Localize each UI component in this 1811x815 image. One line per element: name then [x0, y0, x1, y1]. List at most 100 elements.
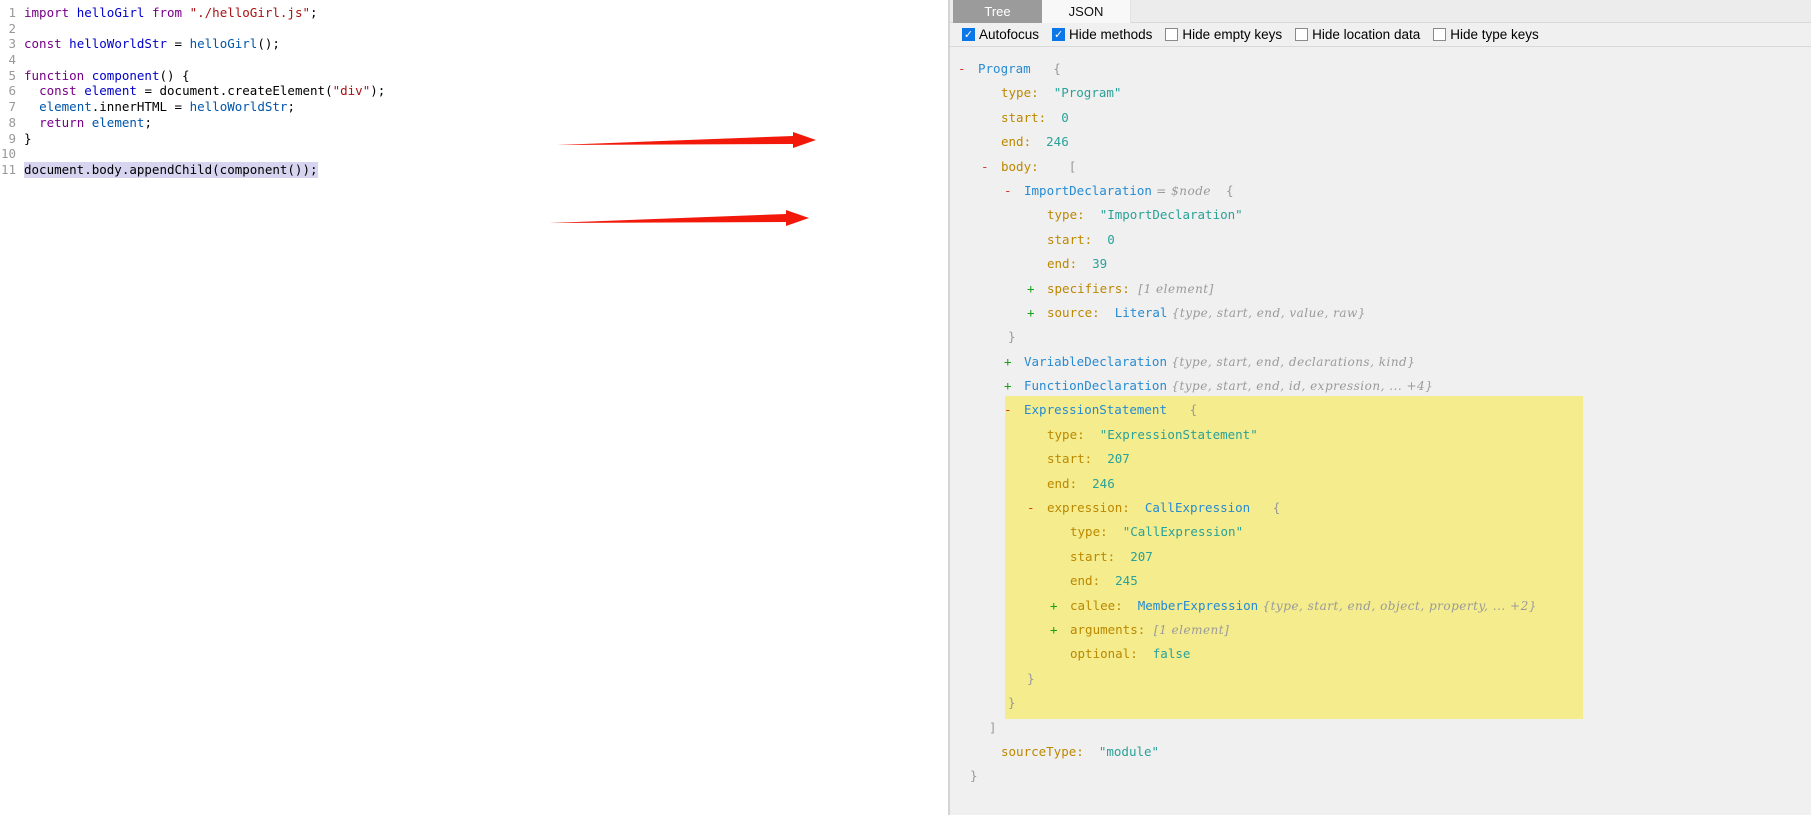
toggle-hide-methods[interactable]: ✓ Hide methods	[1052, 27, 1152, 42]
line-number: 2	[8, 20, 16, 36]
tree-row[interactable]: end: 39	[950, 252, 1811, 276]
tree-row[interactable]: + callee: MemberExpression {type, start, …	[950, 594, 1811, 618]
code-line[interactable]: 6 const element = document.createElement…	[0, 83, 948, 99]
code-token: document.body.appendChild(component());	[24, 161, 318, 177]
tree-row[interactable]: - ExpressionStatement {	[950, 398, 1811, 422]
checkbox-unchecked-icon[interactable]	[1165, 28, 1179, 41]
expand-toggle-icon[interactable]: +	[1027, 301, 1047, 325]
collapse-toggle-icon[interactable]: -	[1027, 496, 1047, 520]
tree-row[interactable]: end: 246	[950, 472, 1811, 496]
line-number: 8	[8, 114, 16, 130]
tree-row[interactable]: + FunctionDeclaration {type, start, end, …	[950, 374, 1811, 398]
property-key: expression:	[1047, 500, 1130, 516]
checkbox-label: Hide type keys	[1450, 27, 1539, 42]
tree-row[interactable]: type: "ExpressionStatement"	[950, 423, 1811, 447]
tab-tree[interactable]: Tree	[953, 0, 1042, 23]
line-number: 3	[8, 36, 16, 52]
code-token: ;	[287, 99, 295, 115]
line-number: 9	[8, 130, 16, 146]
property-value: false	[1137, 646, 1191, 662]
tree-row[interactable]: + arguments: [1 element]	[950, 618, 1811, 642]
toggle-hide-empty-keys[interactable]: Hide empty keys	[1165, 27, 1282, 42]
collapse-toggle-icon[interactable]: -	[958, 57, 978, 81]
tree-row[interactable]: type: "ImportDeclaration"	[950, 203, 1811, 227]
property-value: 246	[1077, 475, 1115, 491]
tree-row[interactable]: end: 245	[950, 569, 1811, 593]
code-line[interactable]: 11 document.body.appendChild(component())…	[0, 161, 948, 178]
tree-row[interactable]: type: "Program"	[950, 81, 1811, 105]
property-key: source:	[1047, 304, 1100, 320]
code-line[interactable]: 7 element.innerHTML = helloWorldStr;	[0, 99, 948, 115]
node-name[interactable]: FunctionDeclaration	[1024, 378, 1167, 393]
toggle-hide-location-data[interactable]: Hide location data	[1295, 27, 1420, 42]
expand-toggle-icon[interactable]: +	[1050, 594, 1070, 618]
punctuation: }	[1008, 695, 1016, 711]
property-value: 0	[1092, 231, 1115, 247]
tree-row[interactable]: - expression: CallExpression {	[950, 496, 1811, 520]
code-line[interactable]: 1 import helloGirl from "./helloGirl.js";	[0, 5, 948, 21]
checkbox-unchecked-icon[interactable]	[1295, 28, 1309, 41]
code-token: .innerHTML =	[91, 99, 190, 115]
code-line[interactable]: 3 const helloWorldStr = helloGirl();	[0, 36, 948, 52]
expand-toggle-icon[interactable]: +	[1050, 618, 1070, 642]
tree-row[interactable]: start: 207	[950, 447, 1811, 471]
output-tab-bar: Tree JSON	[950, 0, 1811, 23]
code-line[interactable]: 8 return element;	[0, 115, 948, 131]
checkbox-checked-icon[interactable]: ✓	[962, 28, 975, 41]
selected-code-text: document.body.appendChild(component());	[24, 161, 318, 178]
tree-row[interactable]: - body: [	[950, 155, 1811, 179]
tree-row[interactable]: type: "CallExpression"	[950, 520, 1811, 544]
node-name[interactable]: VariableDeclaration	[1024, 354, 1167, 369]
code-token: helloWorldStr	[69, 36, 168, 52]
expand-toggle-icon[interactable]: +	[1027, 277, 1047, 301]
tree-row: }	[950, 667, 1811, 691]
tree-row[interactable]: start: 207	[950, 545, 1811, 569]
node-name[interactable]: MemberExpression	[1123, 598, 1258, 613]
code-token: element	[39, 99, 92, 115]
tab-json[interactable]: JSON	[1042, 0, 1131, 23]
checkbox-label: Autofocus	[979, 27, 1040, 42]
checkbox-unchecked-icon[interactable]	[1433, 28, 1447, 41]
tree-row[interactable]: + source: Literal {type, start, end, valu…	[950, 301, 1811, 325]
checkbox-checked-icon[interactable]: ✓	[1052, 28, 1066, 41]
tree-row[interactable]: end: 246	[950, 130, 1811, 154]
tree-row[interactable]: - Program {	[950, 57, 1811, 81]
code-text: const helloWorldStr = helloGirl();	[24, 36, 280, 52]
tree-row[interactable]: sourceType: "module"	[950, 740, 1811, 764]
code-line[interactable]: 10	[0, 146, 948, 162]
node-name[interactable]: Program	[978, 61, 1031, 76]
code-editor[interactable]: 1 import helloGirl from "./helloGirl.js";…	[0, 0, 948, 815]
astexplorer-app: 1 import helloGirl from "./helloGirl.js";…	[0, 0, 1811, 815]
code-line[interactable]: 9}	[0, 131, 948, 147]
tree-row[interactable]: optional: false	[950, 642, 1811, 666]
tree-row: }	[950, 691, 1811, 715]
node-preview: {type, start, end, object, property, ...…	[1258, 598, 1537, 613]
code-token: element	[91, 114, 145, 130]
tree-row[interactable]: + VariableDeclaration {type, start, end, …	[950, 350, 1811, 374]
code-line[interactable]: 5 function component() {	[0, 68, 948, 84]
tree-row[interactable]: start: 0	[950, 106, 1811, 130]
property-key: end:	[1001, 134, 1032, 150]
ast-tree: - Program {type: "Program" start: 0 end: 24…	[950, 47, 1811, 789]
property-key: type:	[1070, 524, 1108, 540]
node-name[interactable]: CallExpression	[1130, 500, 1250, 515]
tree-row[interactable]: + specifiers: [1 element]	[950, 277, 1811, 301]
tree-row[interactable]: - ImportDeclaration = $node {	[950, 179, 1811, 203]
tree-row: ]	[950, 716, 1811, 740]
expand-toggle-icon[interactable]: +	[1004, 350, 1024, 374]
collapse-toggle-icon[interactable]: -	[1004, 179, 1024, 203]
toggle-autofocus[interactable]: ✓ Autofocus	[962, 27, 1039, 42]
expand-toggle-icon[interactable]: +	[1004, 374, 1024, 398]
tree-row[interactable]: start: 0	[950, 228, 1811, 252]
toggle-hide-type-keys[interactable]: Hide type keys	[1433, 27, 1539, 42]
code-line[interactable]: 2	[0, 21, 948, 37]
node-name[interactable]: ExpressionStatement	[1024, 402, 1167, 417]
node-name[interactable]: Literal	[1100, 305, 1168, 320]
node-name[interactable]: ImportDeclaration	[1024, 183, 1152, 198]
collapse-toggle-icon[interactable]: -	[1004, 398, 1024, 422]
code-line[interactable]: 4	[0, 52, 948, 68]
collapse-toggle-icon[interactable]: -	[981, 155, 1001, 179]
